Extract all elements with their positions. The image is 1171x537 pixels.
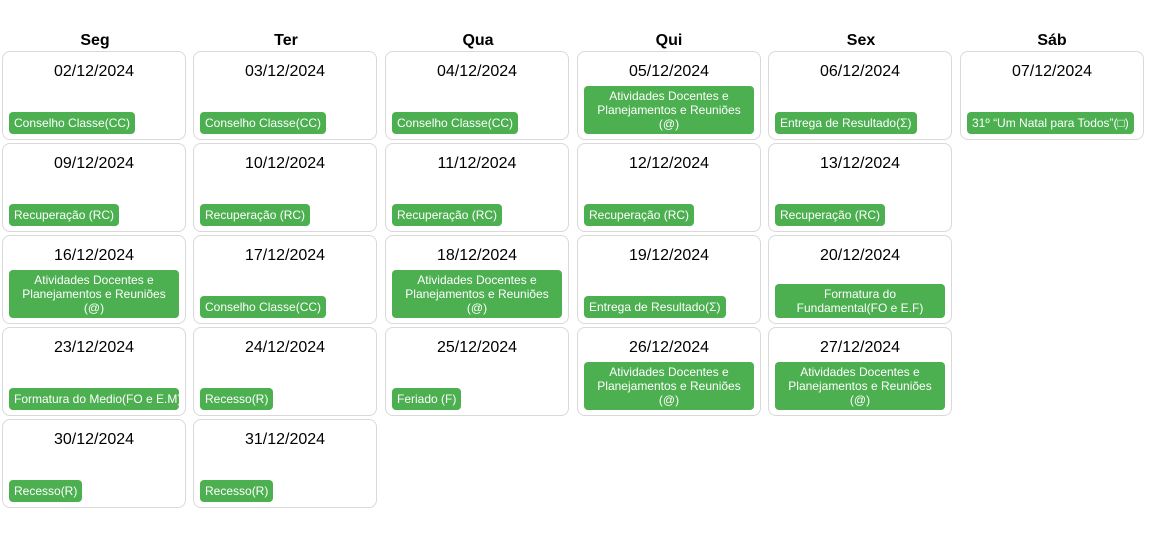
calendar-day-cell[interactable]: 16/12/2024 Atividades Docentes e Planejam… <box>2 235 186 324</box>
day-date: 04/12/2024 <box>436 63 518 80</box>
calendar-day-cell[interactable]: 12/12/2024 Recuperação (RC) <box>577 143 761 232</box>
day-date: 31/12/2024 <box>244 431 326 448</box>
weekday-header: Seg <box>80 32 110 49</box>
calendar-day-cell[interactable]: 10/12/2024 Recuperação (RC) <box>193 143 377 232</box>
event-badge[interactable]: Conselho Classe(CC) <box>200 112 327 134</box>
weekday-header: Qui <box>655 32 683 49</box>
calendar-grid: Seg Ter Qua Qui Sex Sáb 02/12/2024 Consel… <box>0 0 1171 537</box>
event-badge[interactable]: Recuperação (RC) <box>584 204 695 226</box>
day-date: 19/12/2024 <box>628 247 710 264</box>
day-date: 02/12/2024 <box>53 63 135 80</box>
day-date: 13/12/2024 <box>819 155 901 172</box>
day-date: 17/12/2024 <box>244 247 326 264</box>
event-badge[interactable]: Formatura do Fundamental(FO e E.F) <box>775 284 945 318</box>
calendar-day-cell[interactable]: 03/12/2024 Conselho Classe(CC) <box>193 51 377 140</box>
event-badge[interactable]: Atividades Docentes e Planejamentos e Re… <box>584 362 754 410</box>
event-badge[interactable]: Recuperação (RC) <box>200 204 311 226</box>
calendar-day-cell[interactable]: 09/12/2024 Recuperação (RC) <box>2 143 186 232</box>
event-badge[interactable]: Recuperação (RC) <box>775 204 886 226</box>
event-badge[interactable]: Recesso(R) <box>200 480 274 502</box>
calendar-day-cell[interactable]: 17/12/2024 Conselho Classe(CC) <box>193 235 377 324</box>
day-date: 03/12/2024 <box>244 63 326 80</box>
event-badge[interactable]: Conselho Classe(CC) <box>9 112 136 134</box>
weekday-header: Ter <box>274 32 298 49</box>
day-date: 25/12/2024 <box>436 339 518 356</box>
day-date: 24/12/2024 <box>244 339 326 356</box>
day-date: 11/12/2024 <box>437 155 517 172</box>
calendar-day-cell[interactable]: 24/12/2024 Recesso(R) <box>193 327 377 416</box>
day-date: 06/12/2024 <box>819 63 901 80</box>
day-date: 09/12/2024 <box>53 155 135 172</box>
calendar-day-cell[interactable]: 05/12/2024 Atividades Docentes e Planejam… <box>577 51 761 140</box>
calendar-day-cell[interactable]: 20/12/2024 Formatura do Fundamental(FO e … <box>768 235 952 324</box>
calendar-day-cell[interactable]: 27/12/2024 Atividades Docentes e Planejam… <box>768 327 952 416</box>
event-badge[interactable]: Atividades Docentes e Planejamentos e Re… <box>392 270 562 318</box>
day-date: 26/12/2024 <box>628 339 710 356</box>
day-date: 05/12/2024 <box>628 63 710 80</box>
calendar-day-cell[interactable]: 18/12/2024 Atividades Docentes e Planejam… <box>385 235 569 324</box>
event-badge[interactable]: Recesso(R) <box>200 388 274 410</box>
event-badge[interactable]: Entrega de Resultado(Σ) <box>584 296 726 318</box>
day-date: 18/12/2024 <box>436 247 518 264</box>
event-badge[interactable]: Formatura do Medio(FO e E.M) <box>9 388 181 410</box>
day-date: 16/12/2024 <box>53 247 135 264</box>
calendar-day-cell[interactable]: 23/12/2024 Formatura do Medio(FO e E.M) <box>2 327 186 416</box>
calendar-day-cell[interactable]: 19/12/2024 Entrega de Resultado(Σ) <box>577 235 761 324</box>
event-badge[interactable]: Recuperação (RC) <box>392 204 503 226</box>
weekday-header: Sex <box>846 32 876 49</box>
event-badge[interactable]: Conselho Classe(CC) <box>200 296 327 318</box>
day-date: 23/12/2024 <box>53 339 135 356</box>
calendar-day-cell[interactable]: 26/12/2024 Atividades Docentes e Planejam… <box>577 327 761 416</box>
calendar-day-cell[interactable]: 13/12/2024 Recuperação (RC) <box>768 143 952 232</box>
event-badge[interactable]: Recuperação (RC) <box>9 204 120 226</box>
calendar-day-cell[interactable]: 07/12/2024 31º “Um Natal para Todos”(□) <box>960 51 1144 140</box>
calendar-day-cell[interactable]: 04/12/2024 Conselho Classe(CC) <box>385 51 569 140</box>
calendar-day-cell[interactable]: 31/12/2024 Recesso(R) <box>193 419 377 508</box>
day-date: 20/12/2024 <box>819 247 901 264</box>
day-date: 07/12/2024 <box>1011 63 1093 80</box>
day-date: 30/12/2024 <box>53 431 135 448</box>
event-badge[interactable]: Feriado (F) <box>392 388 462 410</box>
calendar-day-cell[interactable]: 11/12/2024 Recuperação (RC) <box>385 143 569 232</box>
calendar-day-cell[interactable]: 30/12/2024 Recesso(R) <box>2 419 186 508</box>
event-badge[interactable]: Atividades Docentes e Planejamentos e Re… <box>9 270 179 318</box>
event-badge[interactable]: Atividades Docentes e Planejamentos e Re… <box>775 362 945 410</box>
event-badge[interactable]: Conselho Classe(CC) <box>392 112 519 134</box>
day-date: 27/12/2024 <box>819 339 901 356</box>
weekday-header: Qua <box>462 32 494 49</box>
day-date: 12/12/2024 <box>628 155 710 172</box>
calendar-day-cell[interactable]: 25/12/2024 Feriado (F) <box>385 327 569 416</box>
event-badge[interactable]: 31º “Um Natal para Todos”(□) <box>967 112 1134 134</box>
event-badge[interactable]: Entrega de Resultado(Σ) <box>775 112 917 134</box>
event-badge[interactable]: Atividades Docentes e Planejamentos e Re… <box>584 86 754 134</box>
weekday-header: Sáb <box>1037 32 1067 49</box>
day-date: 10/12/2024 <box>244 155 326 172</box>
calendar-day-cell[interactable]: 06/12/2024 Entrega de Resultado(Σ) <box>768 51 952 140</box>
calendar-day-cell[interactable]: 02/12/2024 Conselho Classe(CC) <box>2 51 186 140</box>
event-badge[interactable]: Recesso(R) <box>9 480 83 502</box>
